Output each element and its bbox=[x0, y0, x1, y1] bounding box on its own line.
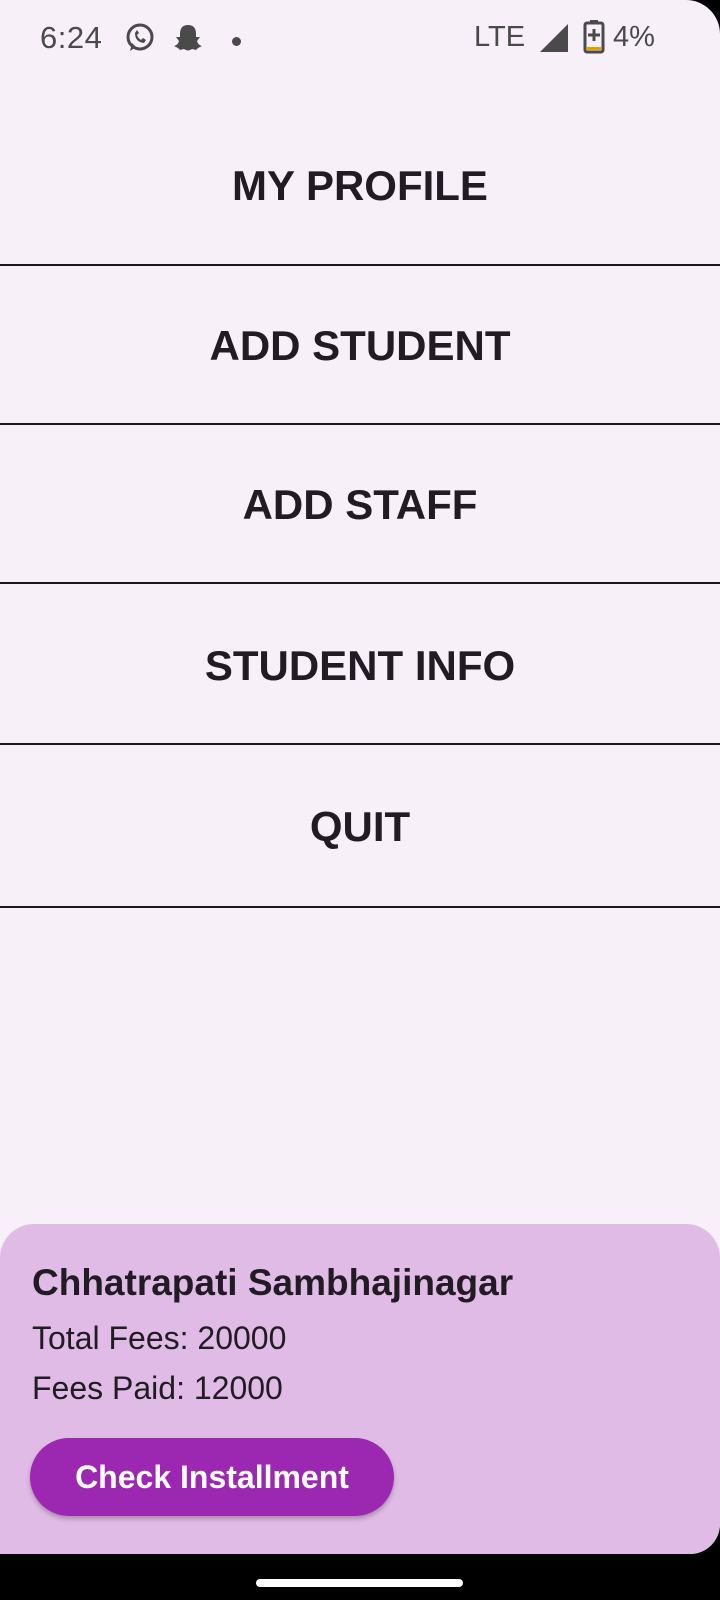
menu-item-student-info[interactable]: STUDENT INFO bbox=[0, 586, 720, 745]
battery-percentage: 4% bbox=[613, 21, 655, 53]
battery-charging-icon bbox=[583, 20, 605, 59]
status-bar: 6:24 LTE 4% bbox=[0, 0, 720, 80]
total-fees-text: Total Fees: 20000 bbox=[32, 1320, 287, 1356]
snapchat-icon bbox=[172, 22, 204, 59]
home-gesture-handle[interactable] bbox=[256, 1579, 463, 1587]
app-screen: 6:24 LTE 4% MY PROFILE ADD STUDENT ADD S… bbox=[0, 0, 720, 1554]
network-type: LTE bbox=[474, 21, 526, 53]
menu-item-add-staff[interactable]: ADD STAFF bbox=[0, 425, 720, 584]
fees-paid-text: Fees Paid: 12000 bbox=[32, 1370, 283, 1406]
navigation-bar bbox=[0, 1554, 720, 1600]
fees-summary-card: Chhatrapati Sambhajinagar Total Fees: 20… bbox=[0, 1224, 720, 1554]
whatsapp-icon bbox=[124, 22, 156, 59]
card-title: Chhatrapati Sambhajinagar bbox=[32, 1262, 514, 1303]
check-installment-button[interactable]: Check Installment bbox=[30, 1438, 394, 1516]
menu-item-add-student[interactable]: ADD STUDENT bbox=[0, 266, 720, 425]
status-time: 6:24 bbox=[40, 20, 103, 55]
menu-item-my-profile[interactable]: MY PROFILE bbox=[0, 106, 720, 266]
notification-dot-icon bbox=[232, 37, 241, 46]
signal-icon bbox=[538, 22, 570, 59]
menu-item-quit[interactable]: QUIT bbox=[0, 746, 720, 908]
